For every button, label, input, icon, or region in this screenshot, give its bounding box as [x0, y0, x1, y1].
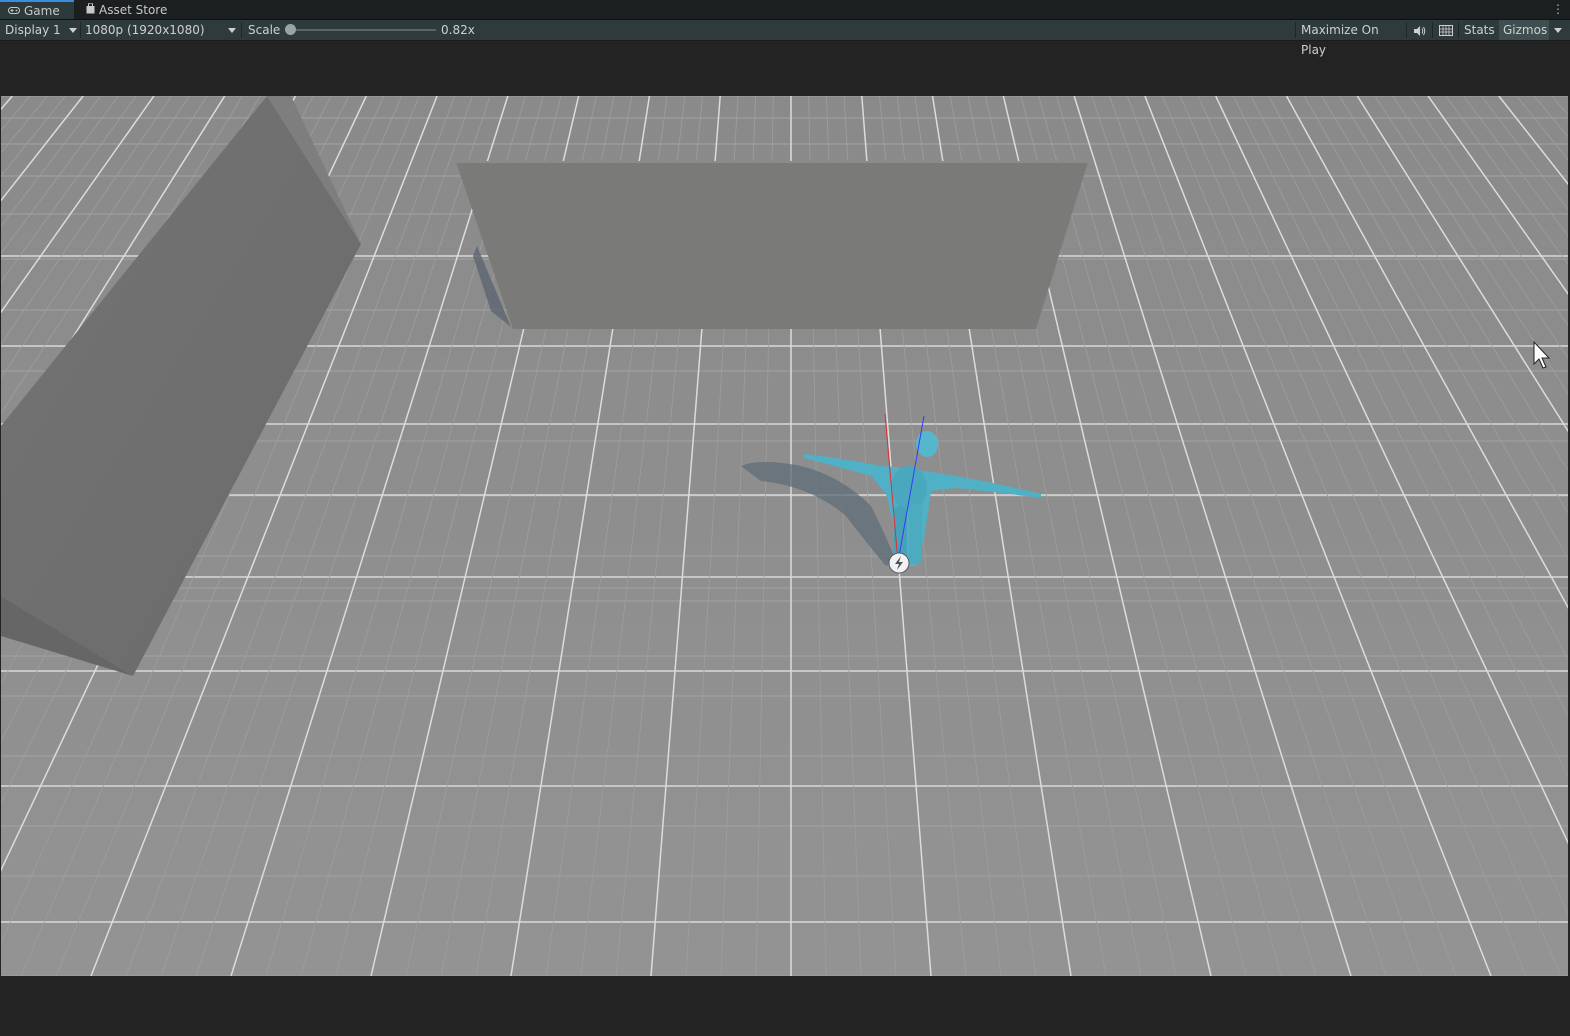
- back-wall: [456, 162, 1088, 329]
- tab-asset-store[interactable]: Asset Store: [78, 0, 178, 19]
- scale-slider-track[interactable]: [290, 29, 436, 31]
- shortcuts-toggle-button[interactable]: [1435, 20, 1457, 40]
- gamepad-icon: [8, 4, 20, 18]
- tab-game[interactable]: Game: [0, 0, 74, 19]
- toolbar-divider: [1432, 22, 1433, 38]
- resolution-dropdown[interactable]: 1080p (1920x1080): [85, 20, 239, 40]
- toolbar-divider: [241, 22, 242, 38]
- stats-button[interactable]: Stats: [1460, 20, 1498, 40]
- scale-label: Scale: [248, 23, 281, 37]
- mute-audio-button[interactable]: [1409, 20, 1431, 40]
- scale-value: 0.82x: [441, 23, 475, 37]
- gizmos-dropdown[interactable]: [1549, 20, 1567, 40]
- toolbar-divider: [1295, 22, 1296, 38]
- shopping-bag-icon: [86, 2, 95, 17]
- more-options-icon[interactable]: ⋮: [1552, 0, 1564, 19]
- game-view-toolbar: Display 1 1080p (1920x1080) Scale 0.82x …: [0, 20, 1570, 57]
- display-dropdown-label: Display 1: [5, 23, 61, 37]
- game-viewport[interactable]: [1, 96, 1568, 976]
- lightning-gizmo-icon: [888, 552, 910, 574]
- tab-asset-store-label: Asset Store: [99, 2, 168, 17]
- tab-game-label: Game: [24, 3, 60, 18]
- keyboard-grid-icon: [1439, 23, 1453, 37]
- gizmos-button[interactable]: Gizmos: [1499, 20, 1549, 40]
- chevron-down-icon: [1554, 28, 1562, 33]
- chevron-down-icon: [69, 28, 77, 33]
- toolbar-divider: [80, 22, 81, 38]
- game-scene: [1, 96, 1568, 976]
- maximize-on-play-button[interactable]: Maximize On Play: [1297, 20, 1405, 57]
- editor-tab-bar: Game Asset Store ⋮: [0, 0, 1570, 20]
- speaker-icon: [1413, 23, 1427, 37]
- chevron-down-icon: [228, 28, 236, 33]
- toolbar-divider: [1458, 22, 1459, 38]
- display-dropdown[interactable]: Display 1: [5, 20, 77, 40]
- scale-slider-handle[interactable]: [285, 24, 296, 35]
- toolbar-divider: [1406, 22, 1407, 38]
- resolution-dropdown-label: 1080p (1920x1080): [85, 23, 205, 37]
